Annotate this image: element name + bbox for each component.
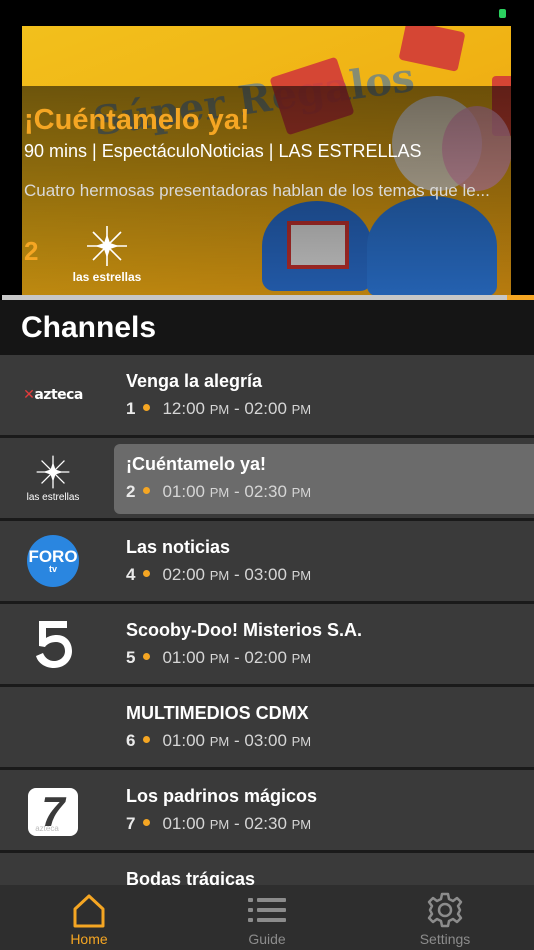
program-title: Los padrinos mágicos [126, 786, 318, 806]
foro-tv-logo: FORO tv [18, 527, 88, 595]
program-schedule: 5 01:00 PM - 02:00 PM [126, 648, 312, 667]
end-time: 02:00 [244, 648, 287, 667]
program-schedule: 7 01:00 PM - 02:30 PM [126, 814, 312, 833]
program-title: ¡Cuéntamelo ya! [126, 454, 267, 474]
las-estrellas-logo-text: las estrellas [26, 491, 80, 503]
end-time: 02:00 [244, 399, 287, 418]
live-dot-icon [143, 570, 151, 578]
channel-number: 6 [126, 731, 136, 750]
tab-home-label: Home [70, 931, 108, 947]
foro-tv-logo-subtext: tv [48, 563, 57, 574]
start-time: 12:00 [162, 399, 206, 418]
canal-5-logo: 5 [18, 610, 88, 678]
live-dot-icon [143, 819, 151, 827]
end-ampm: PM [291, 817, 312, 832]
end-ampm: PM [291, 485, 312, 500]
featured-program-meta: 90 mins | EspectáculoNoticias | LAS ESTR… [24, 141, 422, 161]
program-schedule: 4 02:00 PM - 03:00 PM [126, 565, 312, 584]
tab-bar: Home Guide Settings [0, 885, 534, 950]
start-time: 01:00 [162, 482, 206, 501]
star-icon [36, 455, 70, 488]
tab-home[interactable]: Home [29, 891, 149, 949]
program-title: MULTIMEDIOS CDMX [126, 703, 309, 723]
featured-program-description: Cuatro hermosas presentadoras hablan de … [24, 181, 490, 200]
channel-number: 7 [126, 814, 136, 833]
list-icon [248, 898, 286, 922]
channel-row-selected[interactable]: las estrellas ¡Cuéntamelo ya! 2 01:00 PM … [0, 438, 534, 518]
end-ampm: PM [291, 402, 312, 417]
channel-row[interactable]: a Bodas trágicas [0, 853, 534, 885]
live-dot-icon [143, 404, 151, 412]
foro-tv-logo-text: FORO [28, 546, 78, 566]
channel-list[interactable]: ✕azteca Venga la alegría 1 12:00 PM - 02:… [0, 355, 534, 885]
tab-settings[interactable]: Settings [385, 891, 505, 949]
featured-program-banner[interactable]: Súper Regalos ¡Cuéntamelo ya! 90 mins | … [22, 26, 511, 296]
las-estrellas-logo: las estrellas [18, 444, 88, 512]
start-ampm: PM [209, 568, 230, 583]
five-icon [36, 621, 72, 668]
channel-number: 4 [126, 565, 136, 584]
start-ampm: PM [209, 734, 230, 749]
channel-number: 1 [126, 399, 136, 418]
channel-row[interactable]: FORO tv Las noticias 4 02:00 PM - 03:00 PM [0, 521, 534, 601]
live-dot-icon [143, 653, 151, 661]
channel-row[interactable]: 7 azteca Los padrinos mágicos 7 01:00 PM … [0, 770, 534, 850]
partial-channel-logo: a [18, 865, 88, 885]
live-dot-icon [143, 736, 151, 744]
channel-number: 2 [126, 482, 136, 501]
tab-guide[interactable]: Guide [207, 891, 327, 949]
end-ampm: PM [291, 734, 312, 749]
program-schedule: 6 01:00 PM - 03:00 PM [126, 731, 312, 750]
end-time: 02:30 [244, 482, 287, 501]
start-time: 01:00 [162, 814, 206, 833]
start-ampm: PM [209, 402, 230, 417]
channel-number: 5 [126, 648, 136, 667]
start-ampm: PM [209, 817, 230, 832]
home-icon [73, 894, 105, 928]
channels-heading: Channels [21, 311, 157, 344]
start-ampm: PM [209, 485, 230, 500]
end-time: 02:30 [244, 814, 287, 833]
start-time: 01:00 [162, 731, 206, 750]
azteca-uno-logo: ✕azteca [23, 387, 83, 403]
program-title: Las noticias [126, 537, 231, 557]
gear-icon [427, 892, 463, 928]
tab-settings-label: Settings [419, 931, 471, 947]
azteca-7-logo-text: azteca [35, 823, 59, 833]
star-icon [87, 226, 127, 266]
program-schedule: 1 12:00 PM - 02:00 PM [126, 399, 312, 418]
featured-channel-number: 2 [24, 236, 39, 266]
featured-channel-logo-text: las estrellas [72, 270, 142, 284]
start-time: 02:00 [162, 565, 206, 584]
end-ampm: PM [291, 651, 312, 666]
end-time: 03:00 [244, 565, 287, 584]
channel-row[interactable]: ✕azteca Venga la alegría 1 12:00 PM - 02:… [0, 355, 534, 435]
program-title: Scooby-Doo! Misterios S.A. [126, 620, 363, 640]
start-ampm: PM [209, 651, 230, 666]
status-indicator [499, 9, 506, 18]
featured-channel-logo: las estrellas [72, 224, 142, 286]
program-schedule: 2 01:00 PM - 02:30 PM [126, 482, 312, 501]
end-ampm: PM [291, 568, 312, 583]
end-time: 03:00 [244, 731, 287, 750]
channel-row[interactable]: 5 Scooby-Doo! Misterios S.A. 501:00 PM -… [0, 604, 534, 684]
live-dot-icon [143, 487, 151, 495]
channel-row[interactable]: MULTIMEDIOS CDMX 6 01:00 PM - 03:00 PM [0, 687, 534, 767]
tab-guide-label: Guide [248, 931, 286, 947]
featured-program-title: ¡Cuéntamelo ya! [24, 104, 250, 136]
program-title: Bodas trágicas [126, 869, 256, 885]
program-title: Venga la alegría [126, 371, 263, 391]
channels-header: Channels [0, 300, 534, 355]
azteca-7-logo: 7 azteca [18, 776, 88, 844]
azteca-uno-logo-text: azteca [34, 387, 83, 403]
start-time: 01:00 [162, 648, 206, 667]
